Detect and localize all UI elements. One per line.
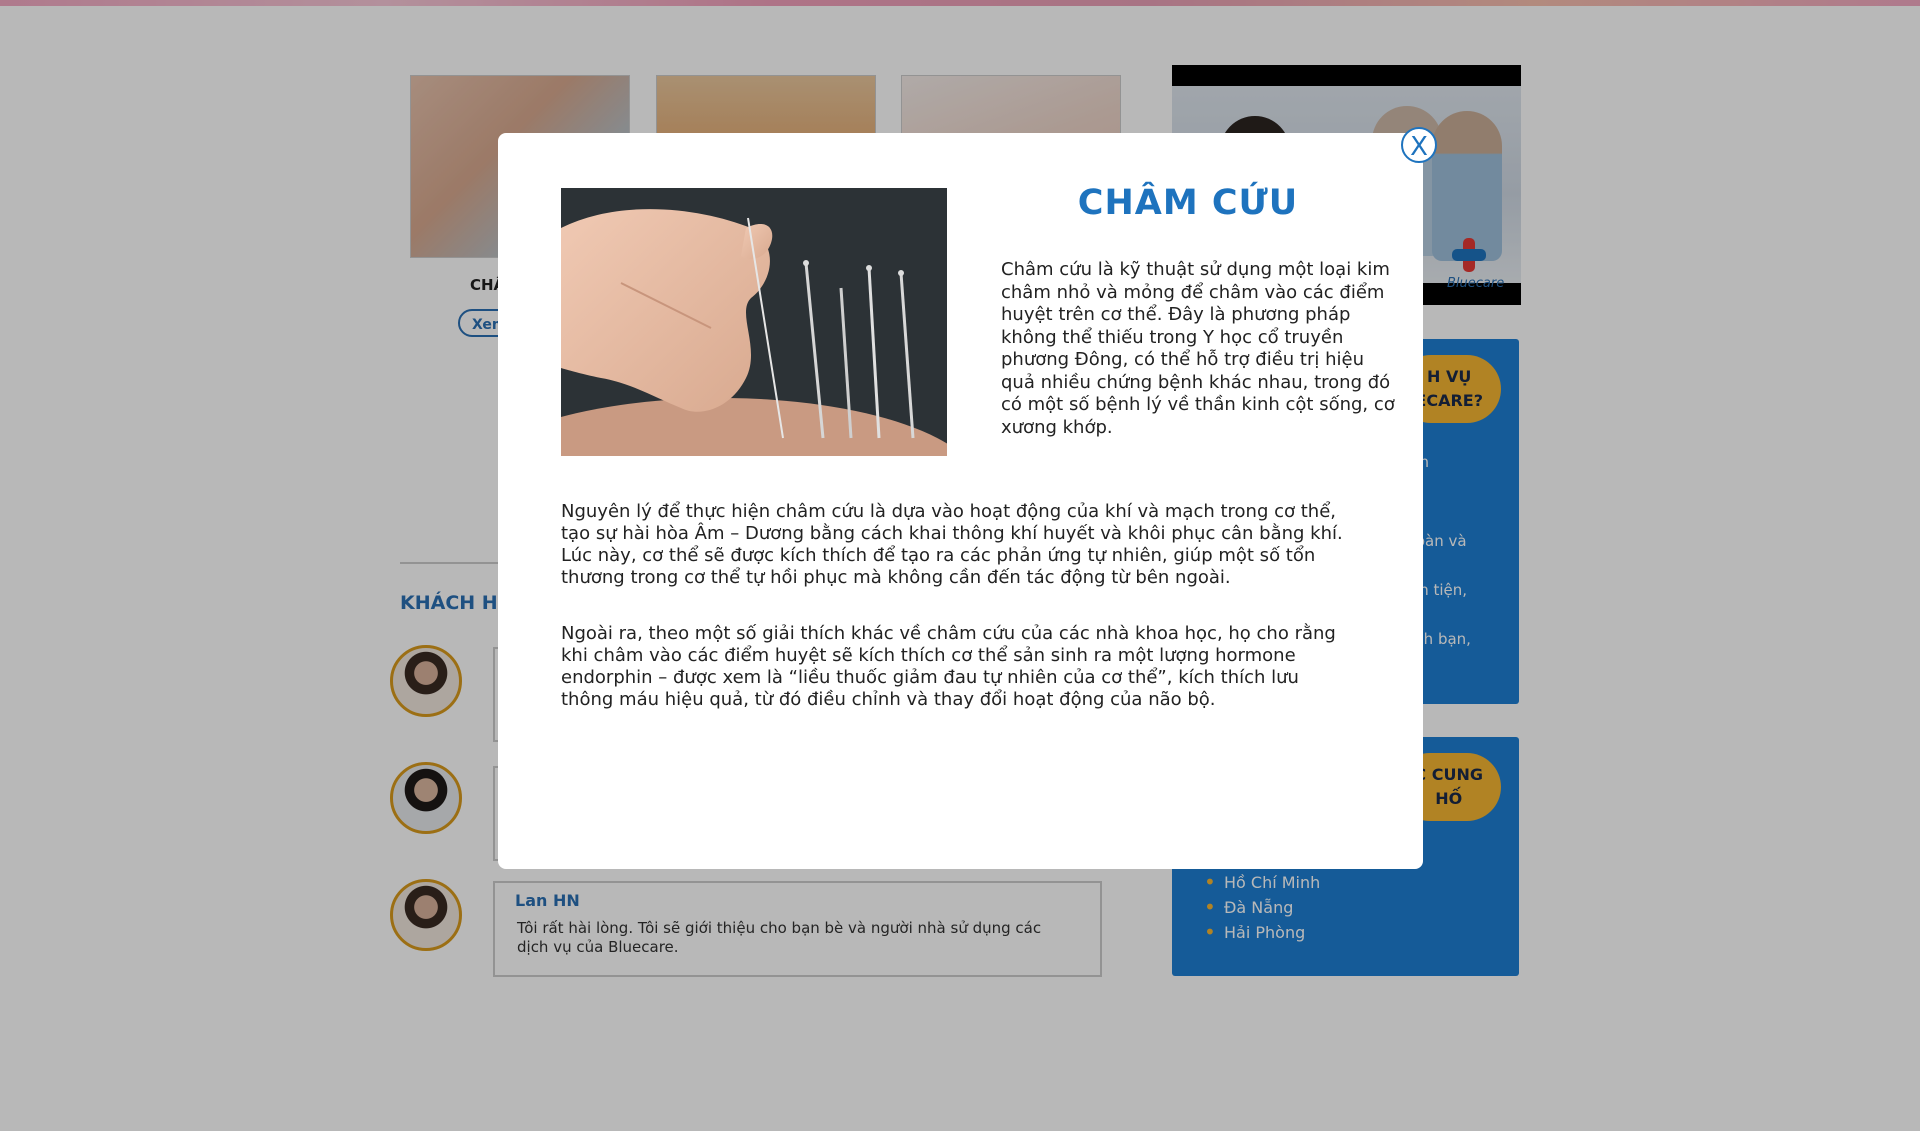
modal-paragraph: Ngoài ra, theo một số giải thích khác về… xyxy=(561,623,1336,710)
acupuncture-image xyxy=(561,188,947,456)
service-detail-modal: CHÂM CỨU Châm cứu là kỹ thuật sử dụng mộ… xyxy=(498,133,1423,869)
close-modal-button[interactable]: X xyxy=(1401,127,1437,163)
modal-title: CHÂM CỨU xyxy=(1077,183,1299,223)
modal-paragraph: Nguyên lý để thực hiện châm cứu là dựa v… xyxy=(561,501,1343,588)
modal-intro-text: Châm cứu là kỹ thuật sử dụng một loại ki… xyxy=(1001,259,1395,438)
acupuncture-illustration xyxy=(561,188,947,456)
